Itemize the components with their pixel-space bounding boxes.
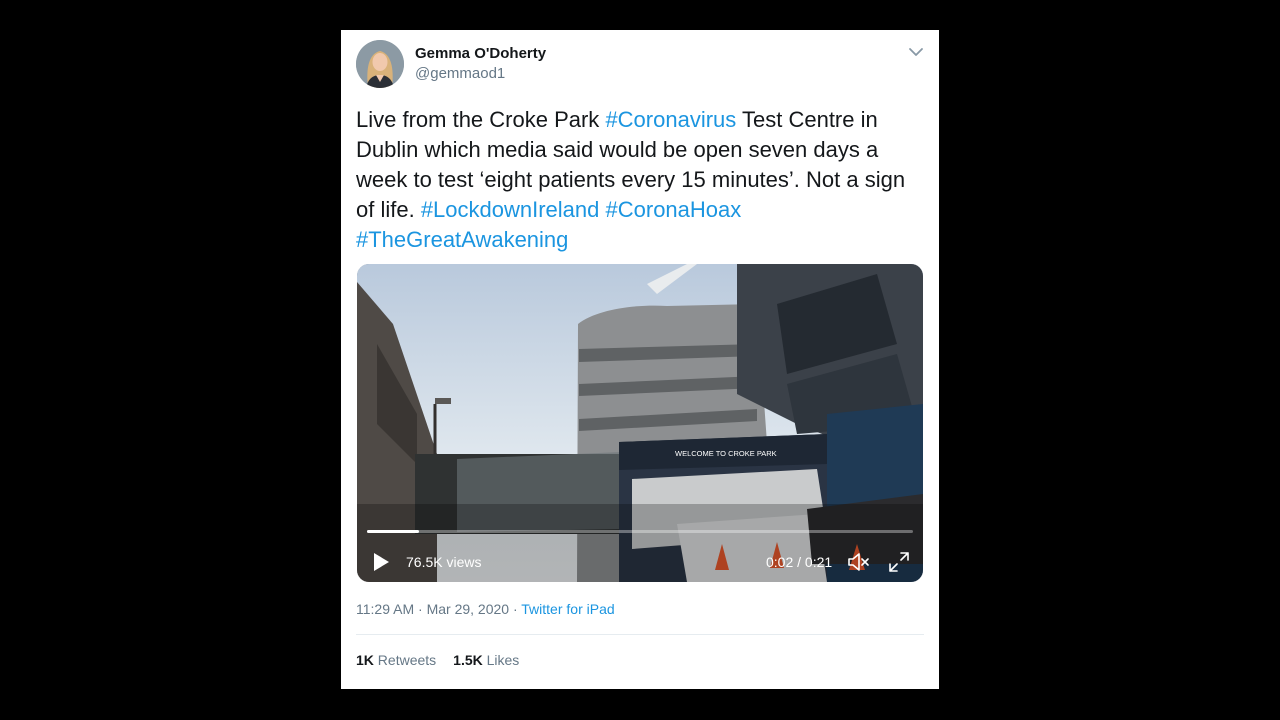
video-time: 0:02 / 0:21: [766, 554, 833, 570]
croke-park-sign: WELCOME TO CROKE PARK: [675, 449, 777, 458]
tweet-card: Gemma O'Doherty @gemmaod1 Live from the …: [341, 30, 939, 689]
author-handle[interactable]: @gemmaod1: [415, 65, 505, 82]
author-name[interactable]: Gemma O'Doherty: [415, 45, 546, 62]
tweet-stats: 1K Retweets 1.5K Likes: [356, 652, 519, 668]
video-view-count: 76.5K views: [406, 554, 482, 570]
tweet-text: Live from the Croke Park #Coronavirus Te…: [356, 105, 926, 255]
tweet-date[interactable]: Mar 29, 2020: [427, 601, 510, 617]
tweet-text-segment: Live from the Croke Park: [356, 107, 606, 132]
divider: [356, 634, 924, 635]
likes-label: Likes: [486, 652, 520, 668]
mute-icon[interactable]: [847, 551, 871, 573]
tweet-metadata: 11:29 AM · Mar 29, 2020 · Twitter for iP…: [356, 601, 615, 617]
play-icon[interactable]: [371, 551, 391, 573]
video-progress-fill: [367, 530, 419, 533]
meta-separator: ·: [414, 601, 427, 617]
hashtag-link[interactable]: #TheGreatAwakening: [356, 227, 568, 252]
retweets-count: 1K: [356, 652, 374, 668]
chevron-down-icon[interactable]: [906, 42, 926, 62]
tweet-time[interactable]: 11:29 AM: [356, 601, 414, 617]
meta-separator: ·: [509, 601, 522, 617]
hashtag-link[interactable]: #LockdownIreland: [421, 197, 600, 222]
retweets-label: Retweets: [377, 652, 437, 668]
likes-count: 1.5K: [453, 652, 483, 668]
hashtag-link[interactable]: #CoronaHoax: [606, 197, 742, 222]
tweet-source-link[interactable]: Twitter for iPad: [521, 601, 614, 617]
video-progress-bar[interactable]: [367, 530, 913, 533]
hashtag-link[interactable]: #Coronavirus: [605, 107, 736, 132]
likes-stat[interactable]: 1.5K Likes: [453, 652, 519, 668]
fullscreen-icon[interactable]: [888, 551, 910, 573]
avatar[interactable]: [356, 40, 404, 88]
avatar-image: [356, 40, 404, 88]
video-frame: WELCOME TO CROKE PARK: [357, 264, 923, 582]
retweets-stat[interactable]: 1K Retweets: [356, 652, 436, 668]
video-player[interactable]: WELCOME TO CROKE PARK 76.5K views 0:02 /…: [357, 264, 923, 582]
